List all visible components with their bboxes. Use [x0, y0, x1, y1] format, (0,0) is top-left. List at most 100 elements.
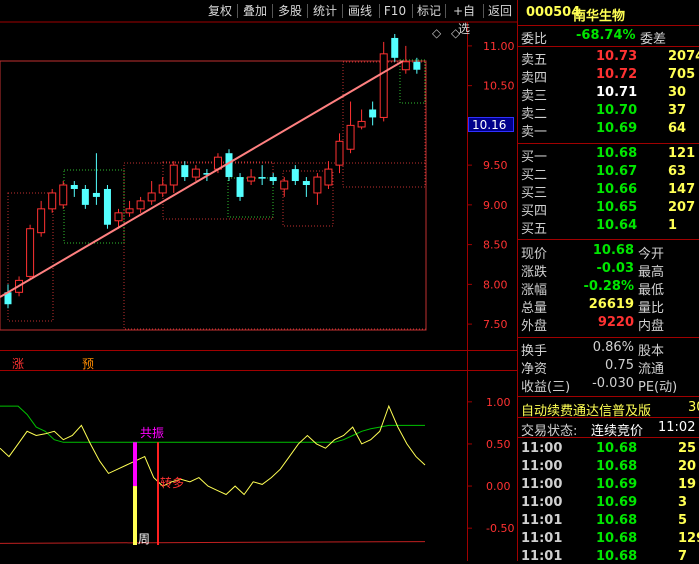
ind-label: -0.50 [486, 522, 514, 535]
stat2-value: 0.75 [605, 358, 634, 373]
candle [369, 101, 377, 126]
diamond-icon[interactable]: ◇ [432, 26, 441, 40]
candle [191, 165, 200, 182]
price-label: 7.50 [483, 318, 508, 331]
candle-body [191, 168, 200, 178]
toolbar-separator [379, 4, 380, 18]
bid-label: 买三 [521, 186, 548, 201]
toolbar-button-7[interactable]: +自选 [447, 2, 481, 36]
ask-price: 10.71 [596, 85, 638, 100]
toolbar-button-1[interactable]: 叠加 [239, 2, 271, 20]
stat-value: -0.28% [583, 279, 635, 294]
green-line [0, 405, 425, 443]
tick-volume: 5 [678, 513, 688, 528]
candle-body [313, 176, 322, 194]
toolbar-button-4[interactable]: 画线 [344, 2, 376, 20]
toolbar-separator [342, 4, 343, 18]
indicator-panel: 1.00 0.50 0.00 -0.50 [0, 396, 514, 545]
bid-price: 10.67 [596, 164, 638, 179]
candles [4, 33, 421, 309]
tick-volume: 129 [678, 531, 699, 546]
toolbar-button-5[interactable]: F10 [381, 2, 409, 20]
tick-time: 11:00 [521, 441, 563, 456]
candle-body [26, 228, 35, 277]
chart-toolbar: 复权 叠加 多股 统计 画线 F10 标记 +自选 返回 [0, 0, 518, 36]
candle-body [379, 53, 388, 118]
ask-label: 卖四 [521, 71, 548, 86]
candle [169, 161, 178, 193]
toolbar-button-3[interactable]: 统计 [309, 2, 341, 20]
candle [357, 109, 366, 130]
candle-body [169, 164, 178, 186]
ask-label: 卖二 [521, 107, 548, 122]
diamond-icon[interactable]: ◇ [451, 26, 460, 40]
pattern-box [123, 162, 427, 330]
tick-price: 10.68 [596, 531, 638, 546]
tick-volume: 3 [678, 495, 688, 510]
toolbar-button-6[interactable]: 标记 [414, 2, 444, 20]
bid-label: 买一 [521, 150, 548, 165]
toolbar-button-8[interactable]: 返回 [485, 2, 515, 20]
tick-time: 11:01 [521, 549, 563, 564]
stat-value: 26619 [588, 297, 634, 312]
candle-body [391, 37, 399, 58]
bid-volume: 121 [668, 146, 696, 161]
candle [247, 169, 256, 185]
stat2-label: 净资 [521, 362, 548, 377]
stat-value: 10.68 [592, 243, 634, 258]
tick-volume: 7 [678, 549, 688, 564]
toolbar-button-0[interactable]: 复权 [204, 2, 236, 20]
weibi-value: -68.74% [576, 28, 636, 43]
gongzhen-label: 共振 [140, 426, 165, 440]
pattern-box [63, 169, 125, 244]
stat-label: 外盘 [521, 319, 548, 334]
candle-body [413, 61, 421, 70]
ind-label: 1.00 [486, 396, 511, 409]
ask-price: 10.72 [596, 67, 638, 82]
tick-price: 10.69 [596, 477, 638, 492]
zhou-label: 周 [138, 532, 151, 546]
candle-body [103, 188, 111, 225]
stat2-label: 换手 [521, 344, 548, 359]
tick-volume: 19 [678, 477, 697, 492]
bid-volume: 63 [668, 164, 687, 179]
yellow-line [0, 404, 426, 496]
ind-label: 0.50 [486, 438, 511, 451]
price-label: 8.50 [483, 239, 508, 252]
turn-bull-bar [157, 442, 159, 545]
kline-chart[interactable]: 11.0010.5010.009.509.008.508.007.50 1.00… [0, 0, 518, 561]
candle-body [346, 124, 355, 150]
stat-label-2: 量比 [638, 301, 665, 316]
ask-volume: 37 [668, 103, 687, 118]
bid-price: 10.66 [596, 182, 638, 197]
candle [413, 57, 421, 74]
candle [4, 284, 12, 309]
stat2-label: 收益(三) [521, 380, 571, 395]
candle [136, 196, 145, 213]
candle-body [92, 192, 100, 197]
candle [313, 173, 322, 205]
candle-body [37, 208, 46, 234]
toolbar-separator [237, 4, 238, 18]
ask-volume: 30 [668, 85, 687, 100]
stat-label: 总量 [521, 301, 548, 316]
ask-volume: 2074 [668, 49, 699, 64]
panel-divider [518, 46, 699, 47]
resonance-bar [133, 442, 137, 487]
week-bar [133, 486, 137, 545]
candle [335, 133, 344, 174]
zhuanduo-label: 转多 [160, 476, 185, 490]
candle-body [291, 169, 299, 182]
panel-divider [518, 143, 699, 144]
toolbar-separator [307, 4, 308, 18]
tick-price: 10.68 [596, 549, 638, 564]
candle [103, 185, 111, 229]
toolbar-button-2[interactable]: 多股 [274, 2, 306, 20]
candle-body [258, 177, 266, 179]
candle [258, 165, 266, 185]
ask-volume: 64 [668, 121, 687, 136]
candle [59, 181, 68, 209]
candle-body [114, 212, 123, 222]
bid-label: 买五 [521, 222, 548, 237]
candle-body [236, 177, 244, 197]
